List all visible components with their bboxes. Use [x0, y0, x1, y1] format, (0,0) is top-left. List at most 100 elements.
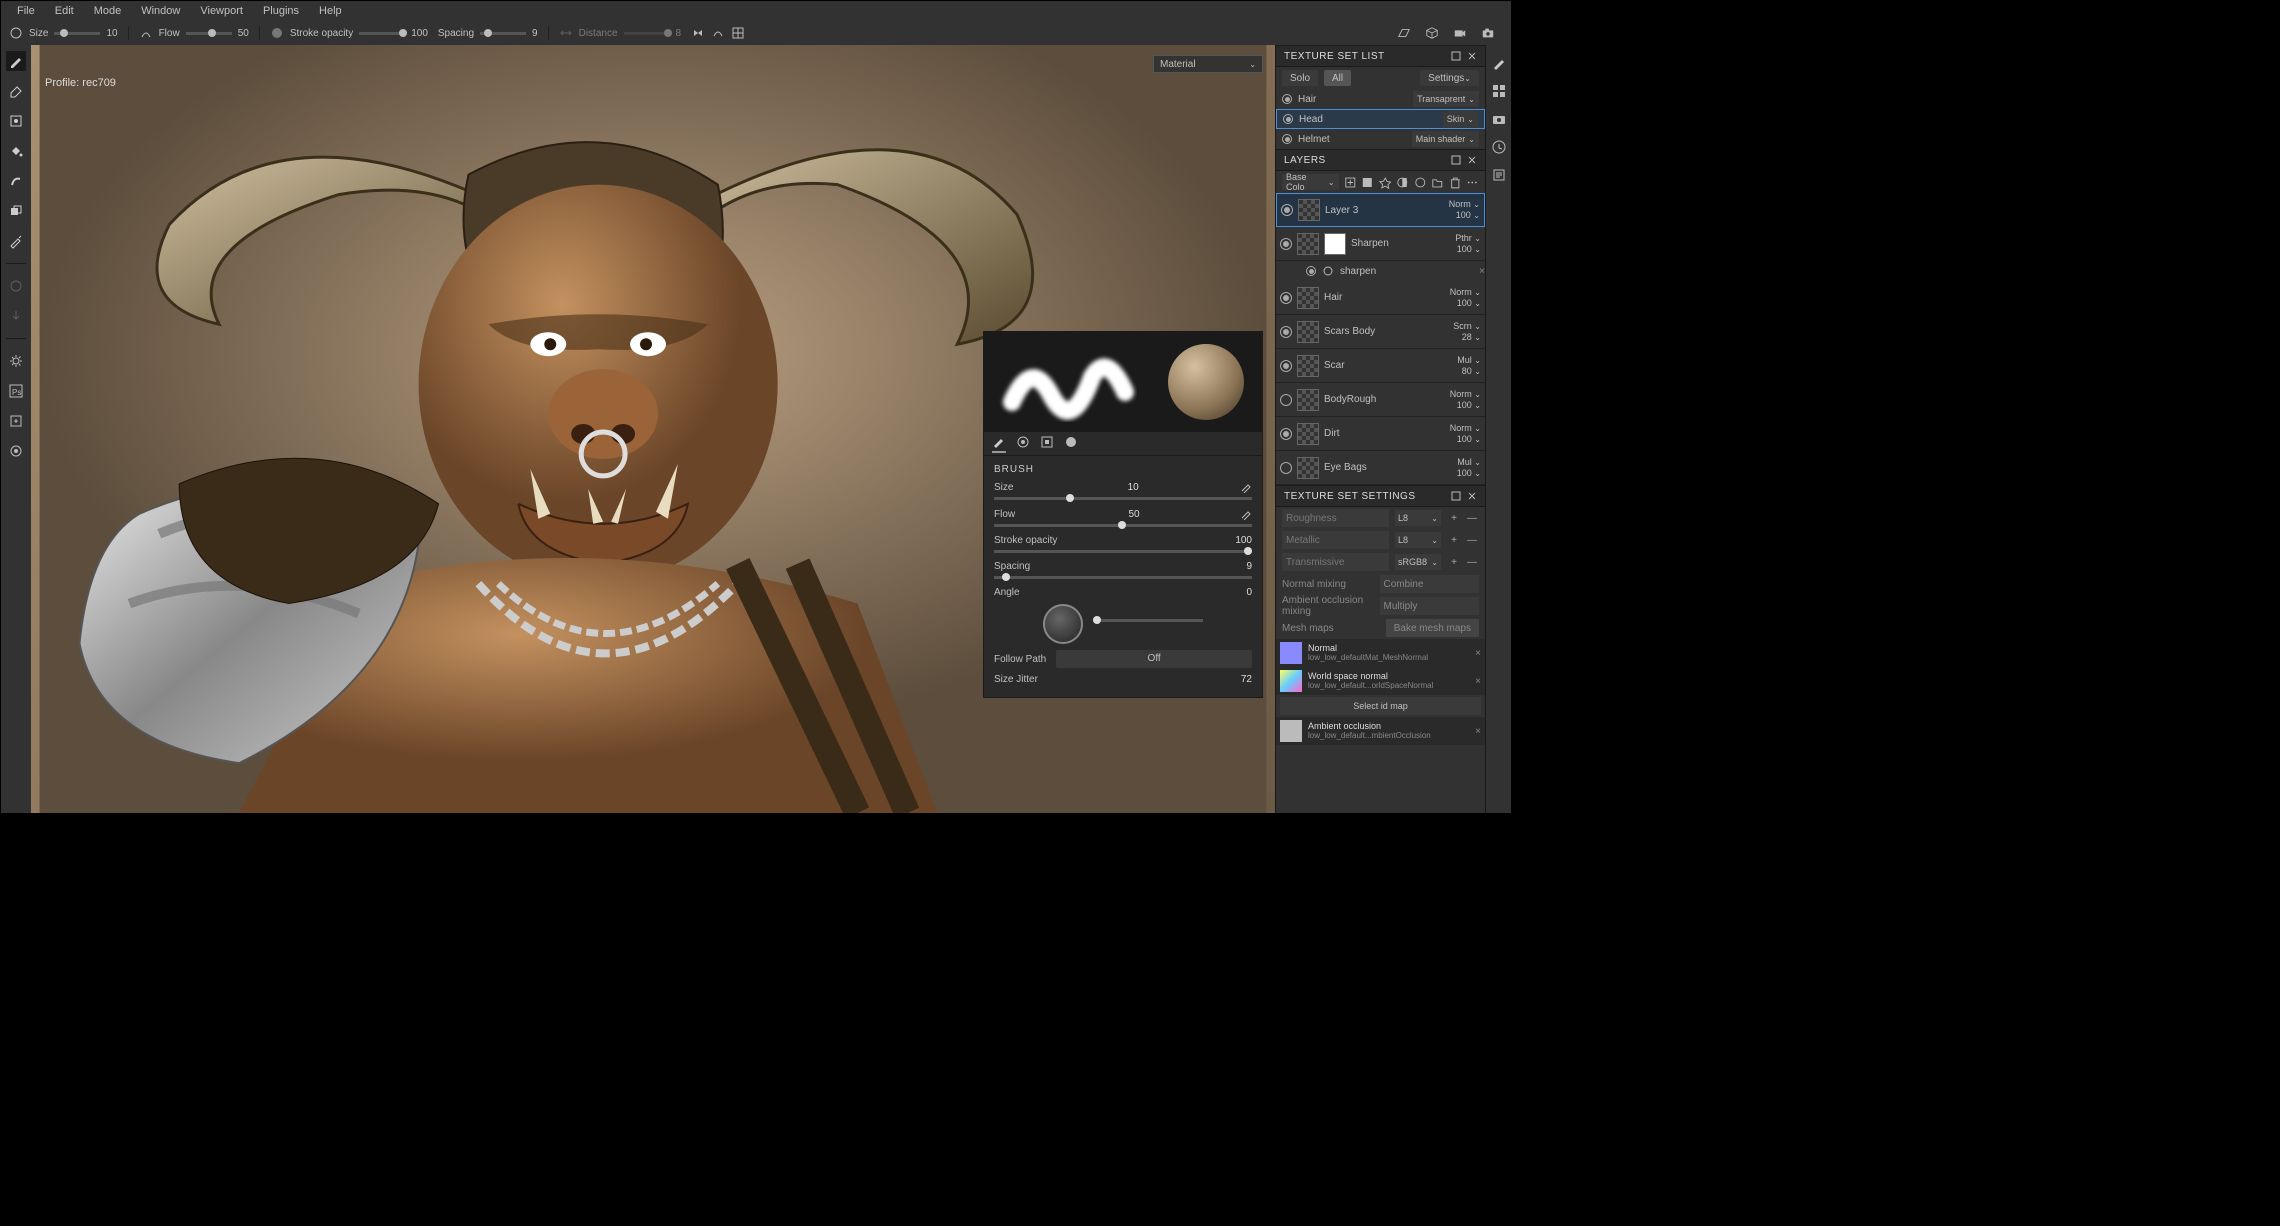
pen-pressure-icon[interactable]	[1240, 508, 1252, 520]
layer-visibility[interactable]	[1280, 238, 1292, 250]
bp-size-val[interactable]: 10	[1109, 482, 1139, 493]
solo-button[interactable]: Solo	[1282, 70, 1318, 86]
channel-format[interactable]: sRGB8 ⌄	[1395, 554, 1441, 570]
bp-size-slider[interactable]	[994, 497, 1252, 500]
paint-tool[interactable]	[6, 51, 26, 71]
layer-name[interactable]: Sharpen	[1351, 238, 1450, 249]
layer-row[interactable]: ScarMul ⌄80 ⌄	[1276, 349, 1485, 383]
brush-shelf-icon[interactable]	[1491, 55, 1507, 71]
grid-icon[interactable]	[1491, 83, 1507, 99]
add-effect-icon[interactable]	[1379, 176, 1392, 189]
wireframe-icon[interactable]	[731, 26, 745, 40]
popout-icon[interactable]	[1451, 51, 1461, 61]
channel-remove[interactable]: —	[1465, 513, 1479, 524]
layer-row[interactable]: HairNorm ⌄100 ⌄	[1276, 281, 1485, 315]
history-icon[interactable]	[1491, 139, 1507, 155]
pen-pressure-icon[interactable]	[1240, 481, 1252, 493]
layer-name[interactable]: Scar	[1324, 360, 1452, 371]
visibility-radio[interactable]	[1282, 94, 1292, 104]
channel-remove[interactable]: —	[1465, 535, 1479, 546]
size-value[interactable]: 10	[106, 28, 117, 39]
bake-button[interactable]: Bake mesh maps	[1386, 619, 1479, 637]
add-layer-icon[interactable]	[1344, 176, 1357, 189]
map-remove[interactable]: ×	[1475, 726, 1481, 737]
visibility-radio[interactable]	[1282, 134, 1292, 144]
channel-name[interactable]: Roughness	[1282, 509, 1389, 527]
add-fill-icon[interactable]	[1361, 176, 1374, 189]
spacing-slider[interactable]	[480, 32, 526, 35]
smudge-tool[interactable]	[6, 171, 26, 191]
channel-add[interactable]: +	[1447, 513, 1461, 524]
close-icon[interactable]	[1467, 491, 1477, 501]
map-remove[interactable]: ×	[1475, 676, 1481, 687]
layer-name[interactable]: Layer 3	[1325, 205, 1444, 216]
menu-viewport[interactable]: Viewport	[190, 2, 253, 20]
flow-slider[interactable]	[186, 32, 232, 35]
fill-tool[interactable]	[6, 141, 26, 161]
picker-tool[interactable]	[6, 231, 26, 251]
iray-tool[interactable]	[6, 441, 26, 461]
mesh-map-row[interactable]: World space normallow_low_default...orld…	[1276, 667, 1485, 695]
layer-visibility[interactable]	[1280, 394, 1292, 406]
distance-slider[interactable]	[624, 32, 670, 35]
layer-row[interactable]: BodyRoughNorm ⌄100 ⌄	[1276, 383, 1485, 417]
bp-stroke-slider[interactable]	[994, 550, 1252, 553]
normal-mixing-field[interactable]: Combine	[1380, 575, 1480, 593]
bake-tool[interactable]	[6, 306, 26, 326]
map-remove[interactable]: ×	[1475, 648, 1481, 659]
channel-add[interactable]: +	[1447, 557, 1461, 568]
texture-set-row[interactable]: HeadSkin ⌄	[1276, 109, 1485, 129]
spacing-value[interactable]: 9	[532, 28, 538, 39]
bp-stroke-val[interactable]: 100	[1222, 535, 1252, 546]
select-id-map[interactable]: Select id map	[1280, 697, 1481, 715]
layer-mask[interactable]	[1324, 233, 1346, 255]
layer-row[interactable]: SharpenPthr ⌄100 ⌄	[1276, 227, 1485, 261]
perspective-icon[interactable]	[1397, 26, 1411, 40]
brush-tab-icon[interactable]	[992, 434, 1006, 453]
close-icon[interactable]	[1467, 155, 1477, 165]
mesh-map-row[interactable]: Ambient occlusionlow_low_default...mbien…	[1276, 717, 1485, 745]
menu-edit[interactable]: Edit	[45, 2, 84, 20]
ps-icon[interactable]: Ps	[6, 381, 26, 401]
layer-row[interactable]: DirtNorm ⌄100 ⌄	[1276, 417, 1485, 451]
more-icon[interactable]	[1466, 176, 1479, 189]
layer-visibility[interactable]	[1281, 204, 1293, 216]
settings-tool[interactable]	[6, 351, 26, 371]
screenshot-icon[interactable]	[1481, 26, 1495, 40]
bp-flow-val[interactable]: 50	[1110, 509, 1140, 520]
material-dropdown[interactable]: Material⌄	[1153, 55, 1263, 73]
layer-name[interactable]: Dirt	[1324, 428, 1445, 439]
channel-add[interactable]: +	[1447, 535, 1461, 546]
effect-visibility[interactable]	[1306, 266, 1316, 276]
layer-name[interactable]: Hair	[1324, 292, 1445, 303]
shader-dropdown[interactable]: Transaprent ⌄	[1413, 91, 1479, 107]
viewport-3d[interactable]: Profile: rec709 Material⌄ BRUSH	[31, 45, 1275, 813]
flow-value[interactable]: 50	[238, 28, 249, 39]
stencil-tab-icon[interactable]	[1040, 435, 1054, 452]
layer-name[interactable]: Eye Bags	[1324, 462, 1452, 473]
bp-spacing-val[interactable]: 9	[1222, 561, 1252, 572]
texture-set-row[interactable]: HelmetMain shader ⌄	[1276, 129, 1485, 149]
strokeop-slider[interactable]	[359, 32, 405, 35]
angle-dial[interactable]	[1043, 604, 1083, 644]
channel-format[interactable]: L8 ⌄	[1395, 510, 1441, 526]
bp-angle-val[interactable]: 0	[1222, 587, 1252, 598]
distance-value[interactable]: 8	[676, 28, 682, 39]
menu-mode[interactable]: Mode	[84, 2, 132, 20]
follow-path-toggle[interactable]: Off	[1056, 650, 1252, 668]
layer-visibility[interactable]	[1280, 462, 1292, 474]
menu-help[interactable]: Help	[309, 2, 352, 20]
layer-row[interactable]: Eye BagsMul ⌄100 ⌄	[1276, 451, 1485, 485]
channel-selector[interactable]: Base Colo⌄	[1282, 174, 1339, 190]
layer-name[interactable]: BodyRough	[1324, 394, 1445, 405]
export-tool[interactable]	[6, 411, 26, 431]
projection-tool[interactable]	[6, 111, 26, 131]
channel-name[interactable]: Metallic	[1282, 531, 1389, 549]
symmetry-icon[interactable]	[691, 26, 705, 40]
alpha-tab-icon[interactable]	[1016, 435, 1030, 452]
channel-name[interactable]: Transmissive	[1282, 553, 1389, 571]
bp-flow-slider[interactable]	[994, 524, 1252, 527]
layer-visibility[interactable]	[1280, 292, 1292, 304]
delete-icon[interactable]	[1449, 176, 1462, 189]
channel-format[interactable]: L8 ⌄	[1395, 532, 1441, 548]
